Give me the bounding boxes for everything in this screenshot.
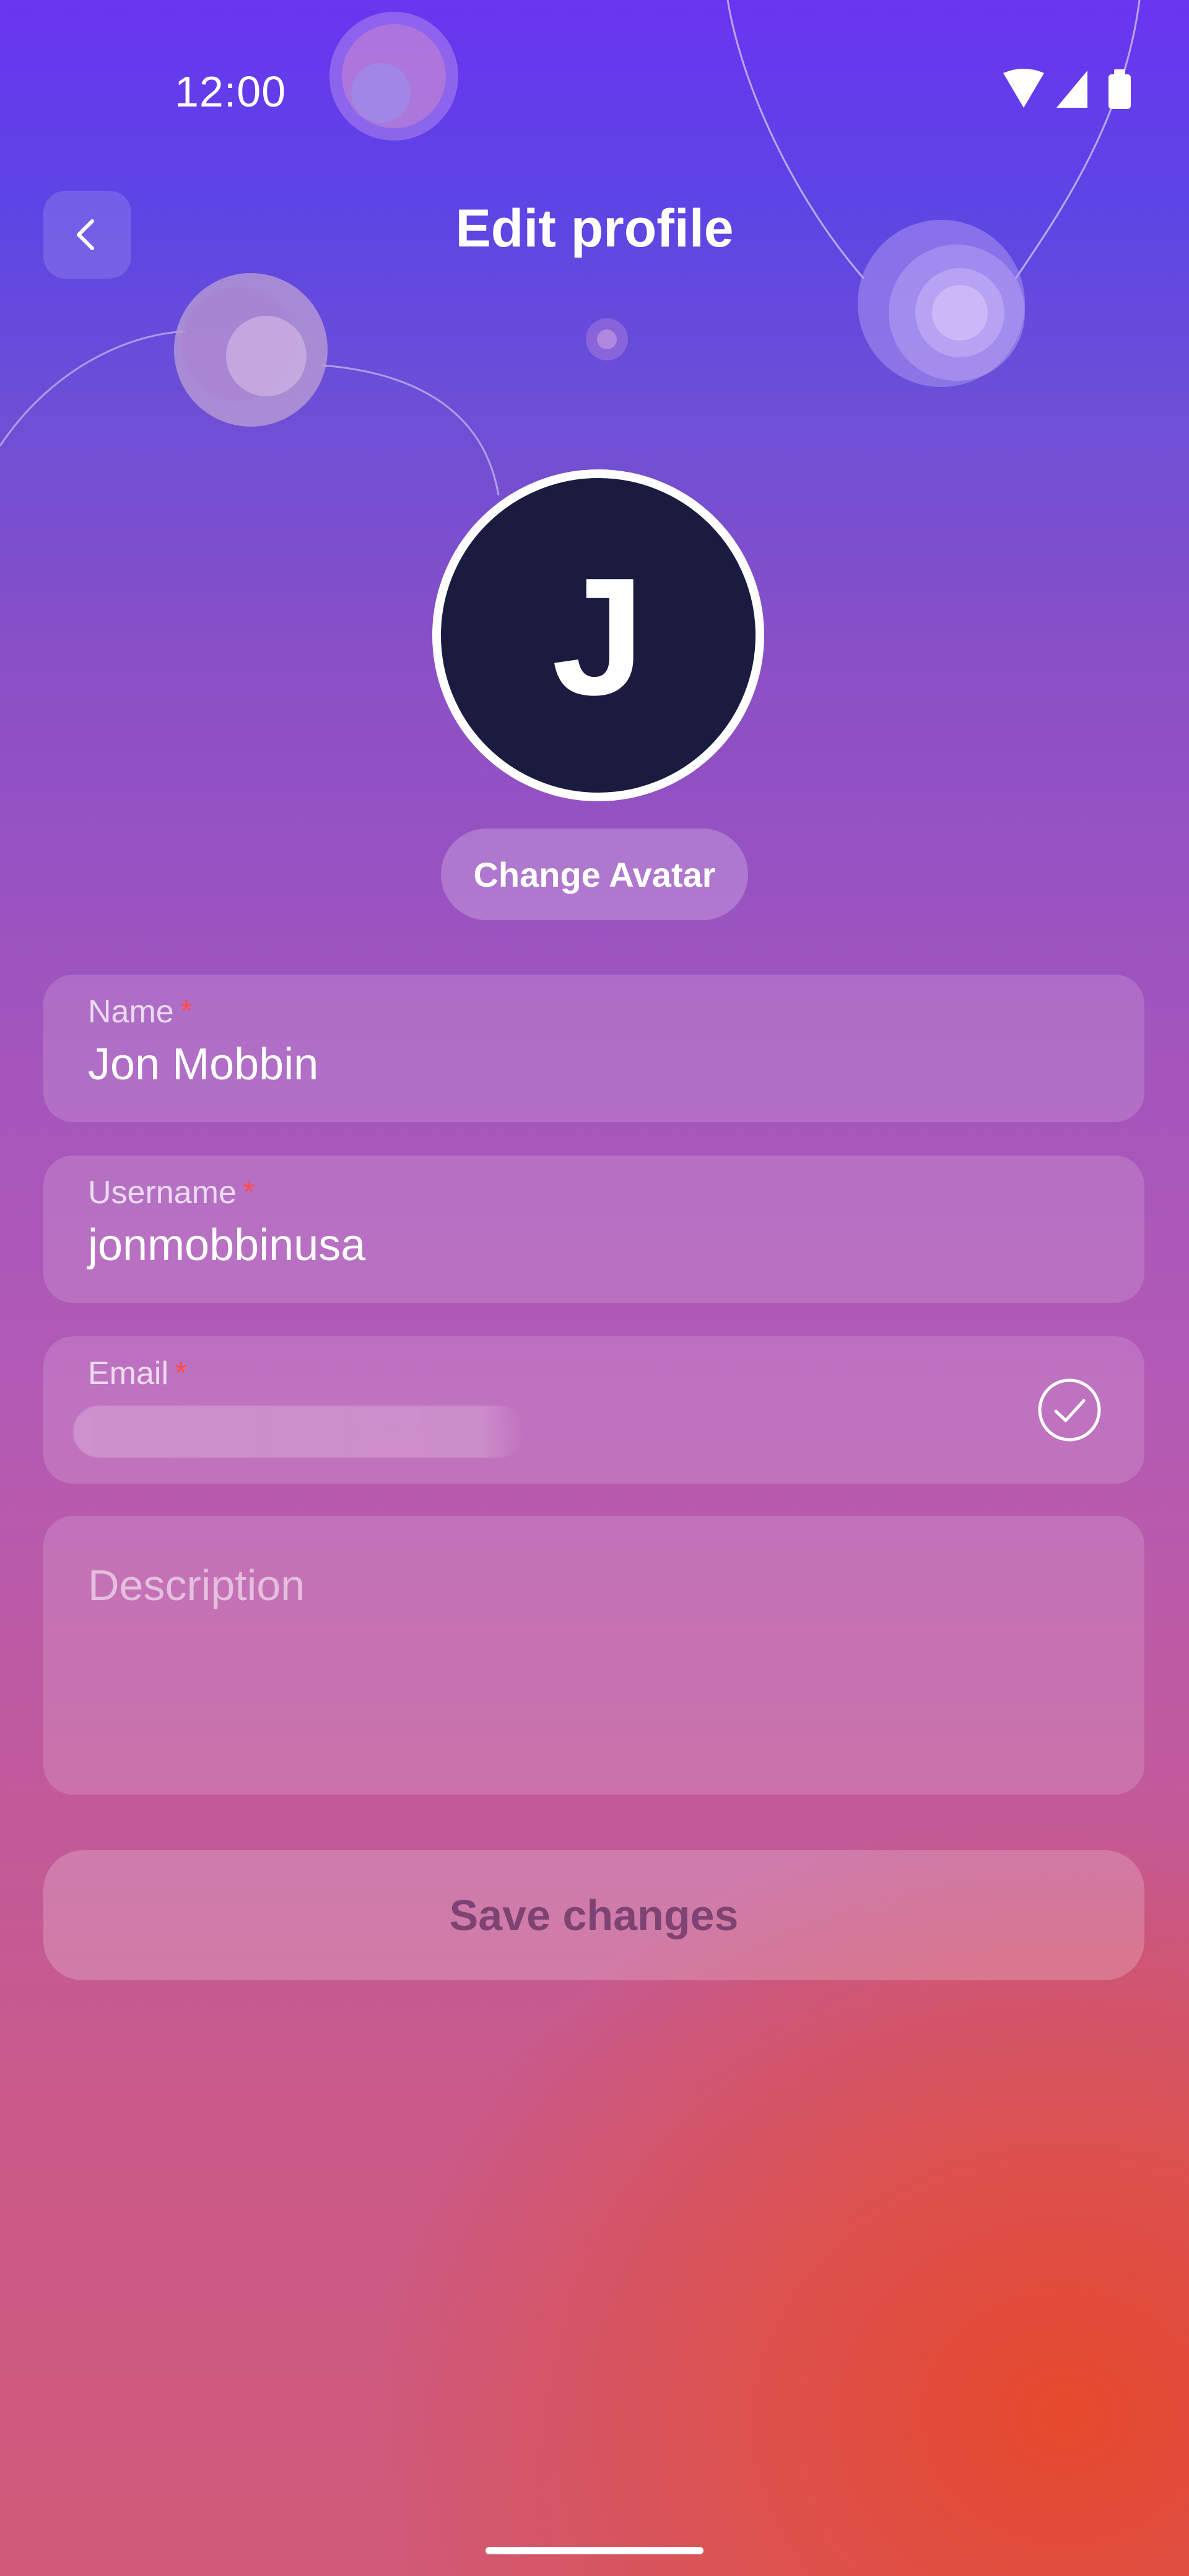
status-icons bbox=[1003, 69, 1131, 109]
name-label: Name * bbox=[88, 994, 193, 1030]
required-indicator: * bbox=[242, 1175, 256, 1211]
required-indicator: * bbox=[180, 994, 193, 1030]
check-circle-icon bbox=[1038, 1378, 1101, 1442]
username-field[interactable]: Username * jonmobbinusa bbox=[43, 1155, 1144, 1303]
avatar-initial: J bbox=[551, 544, 645, 730]
email-field[interactable]: Email * bbox=[43, 1336, 1144, 1484]
email-label: Email * bbox=[88, 1355, 188, 1391]
save-changes-button[interactable]: Save changes bbox=[43, 1850, 1144, 1980]
username-value: jonmobbinusa bbox=[88, 1221, 366, 1270]
avatar: J bbox=[432, 469, 764, 801]
change-avatar-button[interactable]: Change Avatar bbox=[441, 829, 748, 920]
status-time: 12:00 bbox=[175, 67, 287, 116]
name-field[interactable]: Name * Jon Mobbin bbox=[43, 975, 1144, 1122]
edit-profile-screen: 12:00 Edit profile J Change Avatar Name *… bbox=[0, 0, 1189, 2576]
back-button[interactable] bbox=[43, 191, 131, 279]
description-placeholder: Description bbox=[88, 1561, 305, 1609]
required-indicator: * bbox=[175, 1355, 188, 1391]
description-textarea[interactable]: Description bbox=[43, 1516, 1144, 1795]
cellular-signal-icon bbox=[1056, 71, 1087, 108]
name-value: Jon Mobbin bbox=[88, 1040, 319, 1089]
status-bar: 12:00 bbox=[0, 0, 1189, 180]
home-indicator[interactable] bbox=[486, 2547, 703, 2554]
wifi-icon bbox=[1003, 69, 1044, 108]
page-title: Edit profile bbox=[455, 199, 734, 258]
battery-icon bbox=[1108, 69, 1131, 109]
chevron-left-icon bbox=[77, 219, 94, 250]
username-label: Username * bbox=[88, 1175, 256, 1211]
email-value-redacted bbox=[73, 1406, 525, 1458]
